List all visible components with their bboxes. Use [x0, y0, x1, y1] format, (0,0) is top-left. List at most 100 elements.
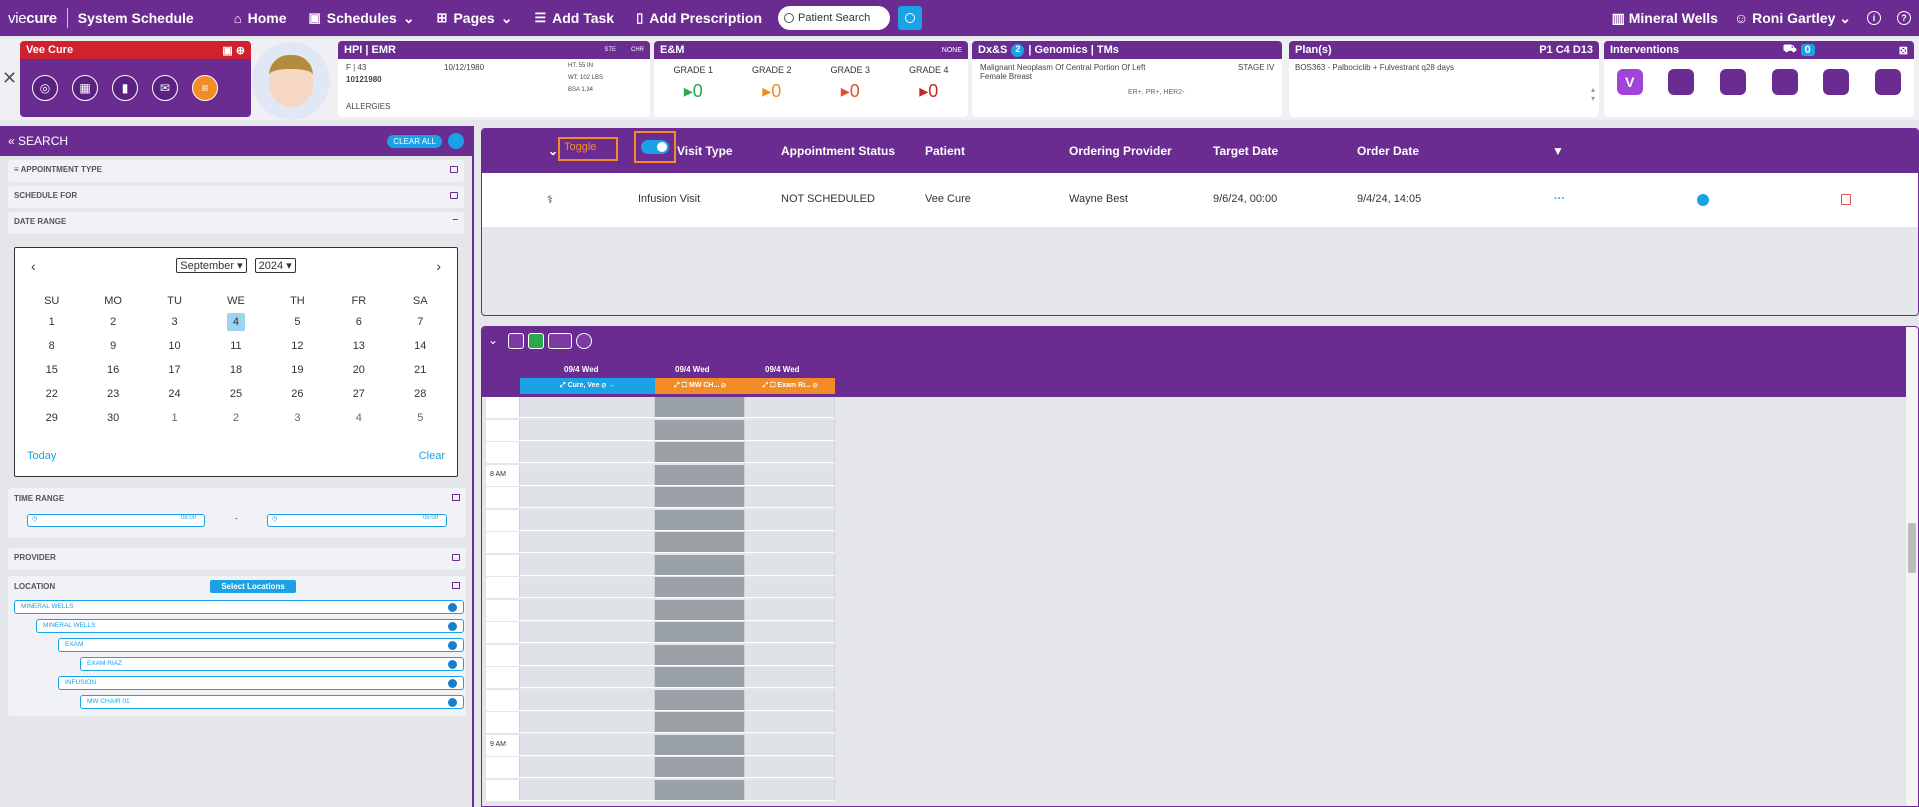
time-slot[interactable] — [520, 599, 655, 621]
time-slot[interactable] — [520, 577, 655, 598]
time-slot[interactable] — [520, 419, 655, 441]
cancel-icon[interactable]: ⊘ — [721, 382, 726, 389]
time-slot[interactable] — [486, 689, 520, 711]
remove-icon[interactable] — [448, 622, 457, 631]
cancel-icon[interactable] — [1697, 194, 1709, 206]
expand-icon[interactable] — [452, 554, 460, 561]
print-icon[interactable] — [508, 333, 524, 349]
expand-icon[interactable]: ⤢ — [674, 382, 680, 389]
time-slot[interactable] — [486, 487, 520, 508]
patient[interactable]: Vee Cure — [925, 193, 971, 205]
calendar-day[interactable]: 16 — [82, 358, 143, 382]
search-icon[interactable] — [448, 133, 464, 149]
allergies-label[interactable]: ALLERGIES — [346, 102, 390, 111]
col-ordering-provider[interactable]: Ordering Provider — [1069, 144, 1172, 158]
location-tag[interactable]: MINERAL WELLS — [36, 619, 464, 633]
calendar-day[interactable]: 2 — [82, 310, 143, 334]
expand-icon[interactable] — [452, 494, 460, 501]
time-slot[interactable] — [655, 667, 745, 688]
hpi-card[interactable]: HPI | EMR STE CHR F | 43 10/12/1980 10121… — [338, 41, 650, 117]
calendar-day[interactable]: 15 — [21, 358, 82, 382]
time-to-input[interactable]: ◷ 05:00 — [267, 514, 447, 527]
calendar-day-next-month[interactable]: 2 — [205, 406, 266, 430]
toggle-view-icon[interactable] — [548, 333, 572, 349]
document-icon[interactable]: ≡ — [192, 75, 218, 101]
time-slot[interactable] — [745, 509, 835, 531]
time-slot[interactable] — [745, 442, 835, 463]
time-slot[interactable] — [486, 712, 520, 733]
clipboard-icon[interactable]: ▮ — [112, 75, 138, 101]
remove-icon[interactable] — [448, 698, 457, 707]
location-tag[interactable]: MINERAL WELLS — [14, 600, 464, 614]
column-header-exam[interactable]: ⤢ ☐ Exam Ri... ⊘ — [745, 378, 835, 394]
time-slot[interactable] — [655, 577, 745, 598]
time-from-input[interactable]: ◷ 08:00 — [27, 514, 205, 527]
dosing-icon[interactable] — [1668, 69, 1695, 95]
note-add-icon[interactable]: ▣ ⊕ — [222, 44, 245, 57]
chart-icon[interactable] — [1771, 69, 1798, 95]
calendar-day[interactable]: 28 — [390, 382, 451, 406]
time-slot[interactable] — [520, 442, 655, 463]
app-logo[interactable]: viecure — [0, 10, 57, 27]
prev-month-icon[interactable]: ‹ — [31, 258, 36, 274]
time-slot[interactable] — [745, 779, 835, 801]
mar-icon[interactable] — [1720, 69, 1747, 95]
time-slot[interactable] — [486, 577, 520, 598]
close-icon[interactable]: ✕ — [2, 68, 17, 89]
time-slot[interactable] — [745, 599, 835, 621]
calendar-day[interactable]: 6 — [328, 310, 389, 334]
expand-icon[interactable]: ⊠ — [1899, 44, 1908, 57]
today-button[interactable]: Today — [27, 450, 56, 462]
select-locations-button[interactable]: Select Locations — [210, 580, 296, 593]
scrollbar-thumb[interactable] — [1908, 523, 1916, 573]
nav-schedules[interactable]: ▣ Schedules ⌄ — [308, 10, 414, 27]
cancel-icon[interactable]: ⊘ — [813, 382, 818, 389]
time-slot[interactable] — [655, 599, 745, 621]
globe-icon[interactable]: ◎ — [32, 75, 58, 101]
arrow-right-icon[interactable]: → — [608, 382, 615, 389]
calendar-icon[interactable]: ▦ — [72, 75, 98, 101]
time-slot[interactable] — [520, 644, 655, 666]
time-slot[interactable] — [520, 509, 655, 531]
time-slot[interactable] — [486, 757, 520, 778]
remove-icon[interactable] — [448, 603, 457, 612]
time-slot[interactable] — [655, 554, 745, 576]
col-visit-type[interactable]: Visit Type — [677, 144, 733, 158]
calendar-day-next-month[interactable]: 1 — [144, 406, 205, 430]
expand-icon[interactable]: ⤢ — [763, 382, 769, 389]
calendar-day[interactable]: 30 — [82, 406, 143, 430]
time-slot[interactable] — [655, 442, 745, 463]
time-slot[interactable] — [520, 734, 655, 756]
interventions-card[interactable]: Interventions ⛟ 0 ⊠ V — [1604, 41, 1914, 117]
collapse-icon[interactable]: ⌄ — [488, 333, 504, 349]
calendar-day[interactable]: 22 — [21, 382, 82, 406]
next-month-icon[interactable]: › — [436, 258, 441, 274]
v-badge-icon[interactable]: V — [1616, 69, 1643, 95]
filter-icon[interactable]: ▼ — [1552, 144, 1564, 158]
calendar-day[interactable]: 3 — [144, 310, 205, 334]
time-slot[interactable] — [486, 509, 520, 531]
time-slot[interactable] — [520, 397, 655, 418]
calendar-day[interactable]: 1 — [21, 310, 82, 334]
collapse-icon[interactable]: « — [8, 134, 15, 148]
more-icon[interactable]: ··· — [1554, 193, 1565, 205]
time-slot[interactable] — [520, 532, 655, 553]
time-slot[interactable] — [486, 622, 520, 643]
time-slot[interactable] — [486, 667, 520, 688]
calendar-day[interactable]: 11 — [205, 334, 266, 358]
time-slot[interactable] — [745, 757, 835, 778]
nav-home[interactable]: ⌂ Home — [234, 10, 287, 26]
calendar-day-next-month[interactable]: 5 — [390, 406, 451, 430]
calendar-day[interactable]: 27 — [328, 382, 389, 406]
calendar-day[interactable]: 29 — [21, 406, 82, 430]
time-slot[interactable] — [655, 419, 745, 441]
patient-name[interactable]: Vee Cure — [26, 44, 73, 56]
time-slot[interactable] — [520, 487, 655, 508]
time-slot[interactable] — [655, 532, 745, 553]
location-selector[interactable]: ▥ Mineral Wells — [1612, 10, 1718, 27]
calendar-day[interactable]: 14 — [390, 334, 451, 358]
check-icon[interactable] — [528, 333, 544, 349]
column-header-chair[interactable]: ⤢ ☐ MW CH... ⊘ — [655, 378, 745, 394]
calendar-day[interactable]: 5 — [267, 310, 328, 334]
calendar-day[interactable]: 17 — [144, 358, 205, 382]
